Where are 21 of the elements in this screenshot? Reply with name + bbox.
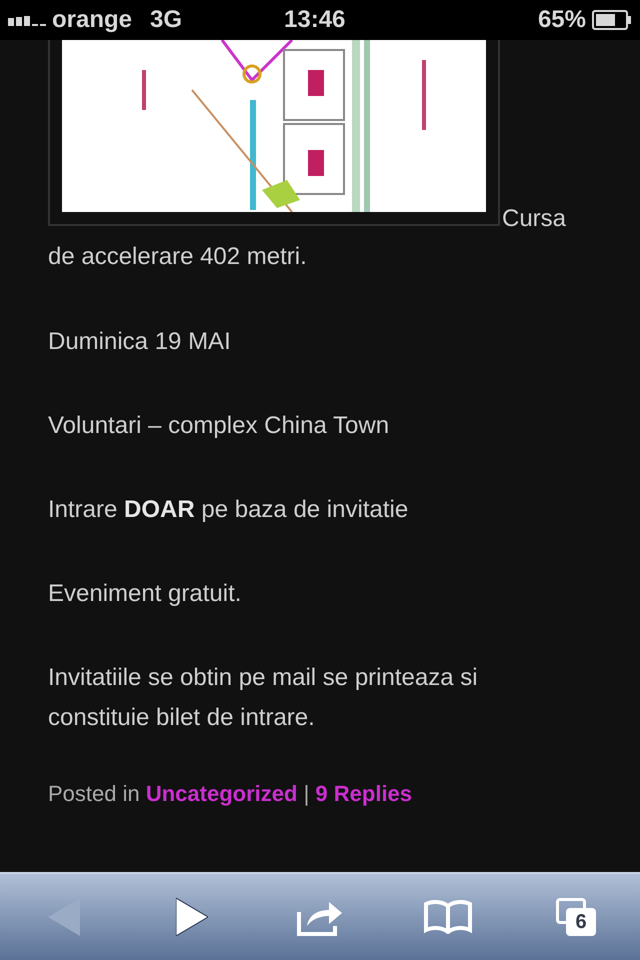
clock-time: 13:46 [284, 5, 346, 35]
paragraph-text: Duminica 19 MAI [48, 327, 232, 357]
paragraph-text: Voluntari – complex China Town [48, 411, 390, 441]
tab-count: 6 [566, 908, 596, 936]
separator-text: | [304, 781, 310, 806]
battery-icon [592, 10, 632, 30]
forward-icon [176, 898, 208, 936]
back-icon [48, 898, 80, 936]
tabs-button[interactable]: 6 [512, 874, 640, 960]
paragraph-text: Eveniment gratuit. [48, 579, 242, 609]
posted-in-label: Posted in [48, 781, 140, 806]
carrier-name: orange [52, 5, 132, 35]
category-link[interactable]: Uncategorized [146, 781, 298, 806]
paragraph-text: Intrare DOAR pe baza de invitatie [48, 495, 410, 525]
book-icon [424, 900, 472, 934]
paragraph-text: Cursa de accelerare 402 metri. [48, 205, 566, 270]
paragraph-text: Invitatiile se obtin pe mail se printeaza si constituie bilet de intrare. [48, 663, 479, 733]
battery-percent: 65% [538, 5, 586, 35]
signal-icon [8, 14, 46, 26]
network-type: 3G [150, 5, 182, 35]
replies-link[interactable]: 9 Replies [315, 781, 412, 806]
